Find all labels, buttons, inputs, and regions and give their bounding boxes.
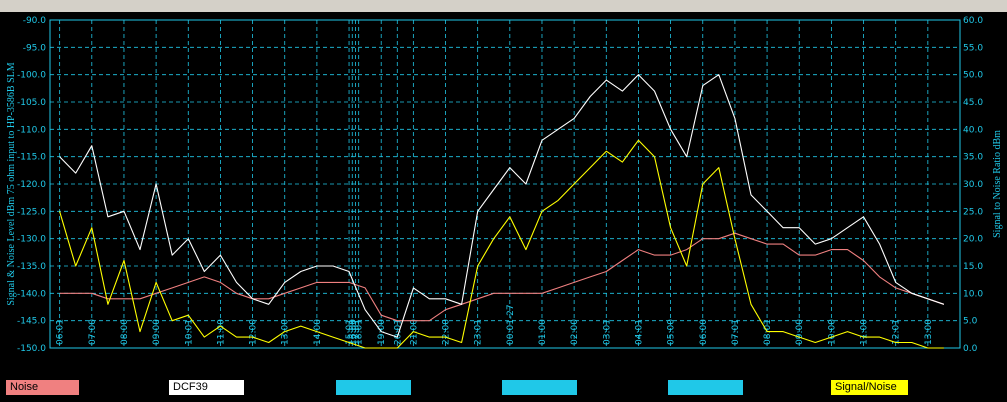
y-tick-label: -135.0 <box>17 262 46 272</box>
y-tick-label: -90.0 <box>23 16 47 26</box>
y-tick-label-right: 0.0 <box>963 344 978 354</box>
legend-blank-1[interactable] <box>336 380 411 395</box>
legend-signal-noise[interactable]: Signal/Noise <box>831 380 908 395</box>
x-tick-label: 22:00 <box>442 319 452 345</box>
y-tick-label-right: 55.0 <box>963 43 983 53</box>
x-tick-label: 03:01 <box>602 319 612 345</box>
x-tick-label: 05:00 <box>667 319 677 345</box>
legend-label: Signal/Noise <box>835 381 897 393</box>
y-tick-label-right: 5.0 <box>963 317 978 327</box>
top-toolbar-strip <box>0 0 1007 12</box>
legend-bar: Noise DCF39 Signal/Noise <box>0 374 1007 402</box>
x-tick-label: 11:00 <box>216 319 226 345</box>
y-tick-label-right: 25.0 <box>963 207 983 217</box>
x-tick-label: 06:01 <box>56 319 66 345</box>
legend-dcf39[interactable]: DCF39 <box>169 380 244 395</box>
x-tick-label: 11:00 <box>860 319 870 345</box>
series-line-dcf39 <box>59 74 945 338</box>
y-tick-label-right: 20.0 <box>963 235 983 245</box>
y-tick-label: -140.0 <box>17 289 46 299</box>
legend-blank-2[interactable] <box>502 380 577 395</box>
chart-area: -90.0 60.0 -95.0 55.0 -100.0 50.0 -105.0 45.0 -1… <box>0 12 1007 374</box>
y-axis-title: Signal & Noise Level dBm 75 ohm input to… <box>6 62 17 305</box>
y-tick-label: -145.0 <box>17 317 46 327</box>
series-line-signal-noise <box>59 139 944 349</box>
x-tick-label: 04:01 <box>634 319 644 345</box>
x-tick-label: 06:00 <box>699 319 709 345</box>
y-tick-label-right: 30.0 <box>963 180 983 190</box>
x-tick-label: 00:01-27 <box>506 304 516 345</box>
x-tick-label: 13:00 <box>281 319 291 345</box>
y-tick-label-right: 60.0 <box>963 16 983 26</box>
y-tick-label-right: 40.0 <box>963 125 983 135</box>
x-tick-label: 10:00 <box>827 319 837 345</box>
legend-blank-3[interactable] <box>668 380 743 395</box>
x-tick-label: 08:00 <box>120 319 130 345</box>
x-tick-label: 07:00 <box>88 319 98 345</box>
legend-label: Noise <box>10 381 39 393</box>
y-tick-label: -150.0 <box>17 344 46 354</box>
y-tick-label: -100.0 <box>17 71 46 81</box>
y-tick-label: -115.0 <box>17 153 46 163</box>
y-tick-label: -125.0 <box>17 207 46 217</box>
x-tick-label: 09:00 <box>795 319 805 345</box>
x-tick-label: 13:00 <box>924 319 934 345</box>
y-tick-label-right: 50.0 <box>963 71 983 81</box>
x-tick-label: 09:00 <box>152 319 162 345</box>
y-tick-label: -110.0 <box>17 125 46 135</box>
y-tick-label-right: 15.0 <box>963 262 983 272</box>
legend-label: DCF39 <box>173 381 208 393</box>
y-tick-label-right: 10.0 <box>963 289 983 299</box>
x-tick-label: 18:01 <box>355 319 365 345</box>
x-tick-label: 02:00 <box>570 319 580 345</box>
y-tick-label: -120.0 <box>17 180 46 190</box>
chart-svg: -90.0 60.0 -95.0 55.0 -100.0 50.0 -105.0 45.0 -1… <box>6 16 1003 354</box>
x-tick-label: 23:01 <box>474 319 484 345</box>
y-tick-label-right: 45.0 <box>963 98 983 108</box>
y-tick-label: -130.0 <box>17 235 46 245</box>
x-tick-label: 07:01 <box>731 319 741 345</box>
x-tick-label: 10:01 <box>184 319 194 345</box>
y-tick-label: -95.0 <box>23 43 47 53</box>
y-tick-label-right: 35.0 <box>963 153 983 163</box>
y-axis-title-right: Signal to Noise Ratio dBm <box>992 130 1003 238</box>
x-tick-label: 01:00 <box>538 319 548 345</box>
y-tick-label: -105.0 <box>17 98 46 108</box>
legend-noise[interactable]: Noise <box>6 380 79 395</box>
x-tick-label: 12:00 <box>249 319 259 345</box>
